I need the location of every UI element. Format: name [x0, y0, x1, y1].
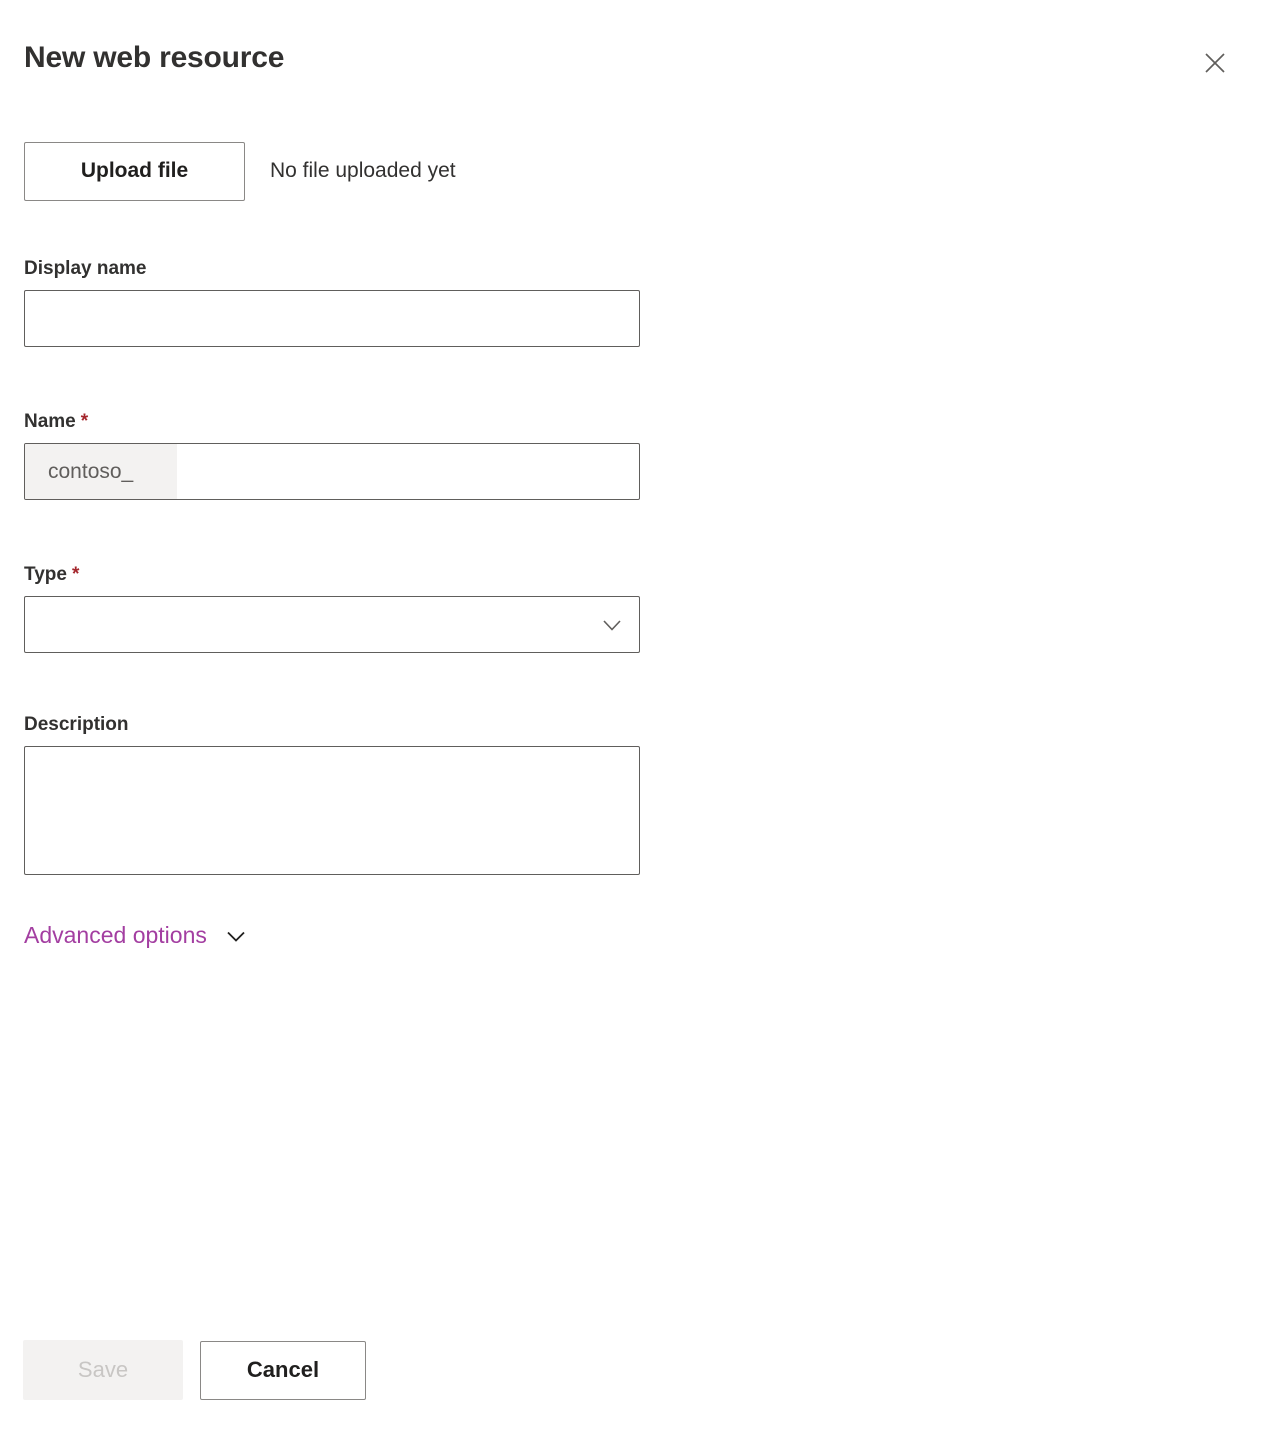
type-dropdown[interactable]	[24, 596, 640, 653]
type-required-asterisk: *	[71, 564, 80, 585]
field-description: Description	[24, 712, 640, 880]
panel-header: New web resource	[0, 0, 1270, 125]
name-input-group: contoso_	[24, 443, 640, 500]
field-display-name: Display name	[24, 256, 640, 347]
type-label: Type *	[24, 562, 640, 588]
chevron-down-icon	[224, 924, 248, 948]
close-button[interactable]	[1192, 40, 1238, 86]
type-label-text: Type	[24, 564, 67, 585]
name-input[interactable]	[177, 444, 639, 499]
upload-row: Upload file No file uploaded yet	[24, 141, 456, 201]
field-name: Name * contoso_	[24, 409, 640, 500]
upload-status-text: No file uploaded yet	[270, 159, 456, 182]
advanced-options-label: Advanced options	[24, 922, 207, 948]
name-prefix-label: contoso_	[25, 444, 177, 499]
new-web-resource-panel: New web resource Upload file No file upl…	[0, 0, 1270, 1430]
field-type: Type *	[24, 562, 640, 653]
close-icon	[1200, 48, 1230, 78]
name-label-text: Name	[24, 411, 76, 432]
display-name-input[interactable]	[24, 290, 640, 347]
chevron-down-icon	[599, 612, 625, 638]
panel-footer: Save Cancel	[23, 1340, 366, 1400]
cancel-button[interactable]: Cancel	[200, 1340, 366, 1400]
description-label: Description	[24, 714, 129, 735]
name-label: Name *	[24, 409, 640, 435]
display-name-label: Display name	[24, 258, 147, 279]
page-title: New web resource	[24, 41, 285, 74]
name-required-asterisk: *	[80, 411, 89, 432]
upload-file-button[interactable]: Upload file	[24, 141, 245, 201]
description-textarea[interactable]	[24, 746, 640, 875]
advanced-options-toggle[interactable]: Advanced options	[24, 922, 248, 949]
save-button[interactable]: Save	[23, 1340, 183, 1400]
